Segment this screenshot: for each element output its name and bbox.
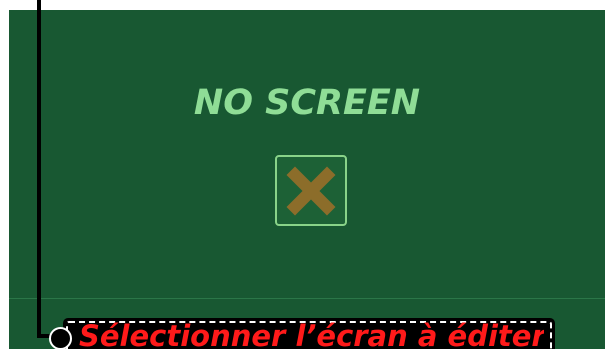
callout-anchor-dot bbox=[49, 327, 72, 349]
screen-selection-label: Sélectionner l’écran à éditer 2/10 bbox=[79, 319, 544, 349]
x-mark-icon bbox=[286, 166, 336, 216]
callout-connector-vertical bbox=[37, 0, 41, 336]
no-screen-button[interactable] bbox=[275, 155, 347, 226]
no-screen-title: NO SCREEN bbox=[193, 83, 421, 123]
screen-preview-panel[interactable]: NO SCREEN bbox=[9, 10, 605, 349]
screen-editor-view: NO SCREEN Sélectionner l’écran à éditer … bbox=[0, 0, 605, 349]
bottom-divider bbox=[9, 298, 605, 299]
